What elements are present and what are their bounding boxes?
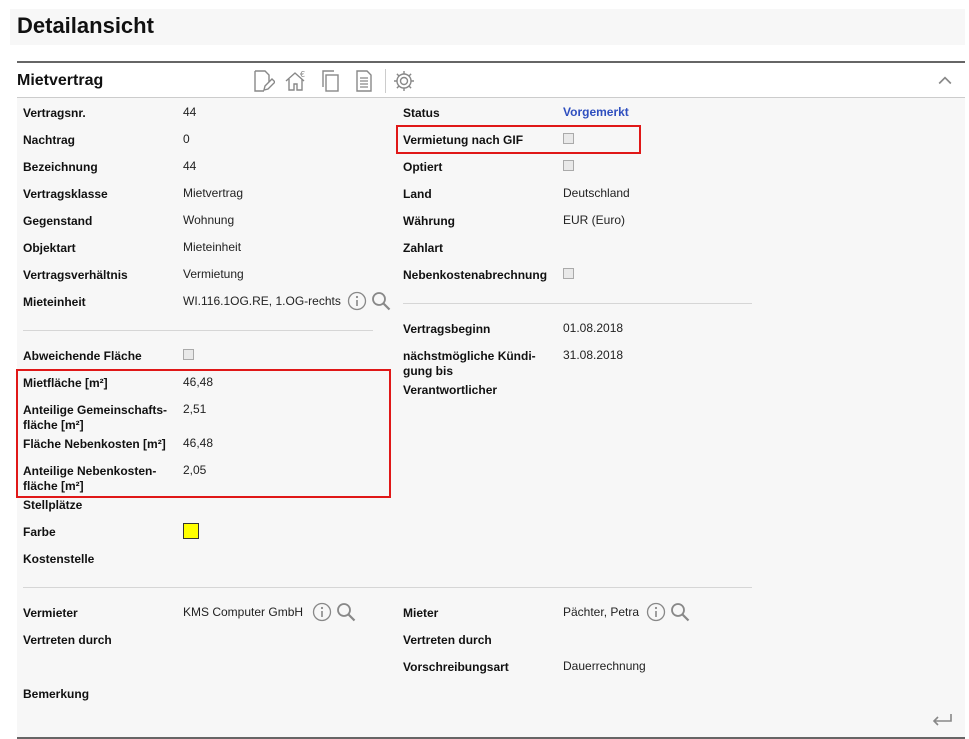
value-mietflaeche: 46,48 — [183, 375, 214, 389]
settings-button[interactable] — [391, 68, 417, 94]
right-divider — [403, 303, 752, 304]
value-status: Vorgemerkt — [563, 105, 629, 119]
value-nebenkostenflaeche: 2,05 — [183, 463, 207, 477]
value-gemeinschaftsflaeche: 2,51 — [183, 402, 207, 416]
value-vermieter: KMS Computer GmbH — [183, 605, 304, 619]
label-kuendigung-1: nächstmögliche Kündi- — [403, 349, 536, 363]
vermieter-search-button[interactable] — [336, 602, 356, 622]
label-mietflaeche: Mietfläche [m²] — [23, 376, 108, 390]
label-mieteinheit: Mieteinheit — [23, 295, 86, 309]
label-vertragsbeginn: Vertragsbeginn — [403, 322, 491, 336]
color-swatch[interactable] — [183, 523, 199, 539]
left-divider — [23, 330, 373, 331]
label-objektart: Objektart — [23, 241, 76, 255]
label-vertreten-rechts: Vertreten durch — [403, 633, 492, 647]
info-icon — [646, 602, 666, 622]
copy-icon — [322, 70, 339, 92]
back-button[interactable] — [929, 711, 955, 731]
abweichende-flaeche-checkbox[interactable] — [183, 349, 194, 360]
property-cost-button[interactable]: € — [283, 68, 309, 94]
collapse-button[interactable] — [933, 69, 957, 93]
value-waehrung: EUR (Euro) — [563, 213, 626, 227]
value-nachtrag: 0 — [183, 132, 190, 146]
label-verantwortlicher: Verantwortlicher — [403, 383, 498, 397]
value-vertragsbeginn: 01.08.2018 — [563, 321, 624, 335]
value-vorschreibungsart: Dauerrechnung — [563, 659, 646, 673]
label-gegenstand: Gegenstand — [23, 214, 93, 228]
label-flaeche-nebenkosten: Fläche Nebenkosten [m²] — [23, 437, 166, 451]
value-mieter: Pächter, Petra — [563, 605, 640, 619]
label-waehrung: Währung — [403, 214, 455, 228]
label-vertreten-links: Vertreten durch — [23, 633, 112, 647]
label-vertragsverhaeltnis: Vertragsverhältnis — [23, 268, 128, 282]
value-flaeche-nebenkosten: 46,48 — [183, 436, 214, 450]
label-stellplaetze: Stellplätze — [23, 498, 83, 512]
label-status: Status — [403, 106, 440, 120]
toolbar-separator — [385, 69, 386, 93]
vermietung-gif-checkbox[interactable] — [563, 133, 574, 144]
page-title: Detailansicht — [17, 13, 154, 38]
search-icon — [337, 603, 356, 622]
gear-icon — [394, 71, 414, 91]
label-gemeinschaftsflaeche-2: fläche [m²] — [23, 418, 84, 432]
info-icon — [312, 602, 332, 622]
value-mieteinheit: WI.116.1OG.RE, 1.OG-rechts — [183, 294, 341, 308]
value-bezeichnung: 44 — [183, 159, 197, 173]
panel-title: Mietvertrag — [17, 72, 104, 89]
house-euro-icon: € — [285, 70, 305, 91]
label-gemeinschaftsflaeche-1: Anteilige Gemeinschafts- — [23, 403, 168, 417]
search-icon — [671, 603, 690, 622]
return-arrow-icon — [932, 714, 952, 726]
value-gegenstand: Wohnung — [183, 213, 235, 227]
parties-divider — [23, 587, 752, 588]
label-kostenstelle: Kostenstelle — [23, 552, 95, 566]
edit-document-button[interactable] — [250, 68, 276, 94]
value-vertragsnr: 44 — [183, 105, 197, 119]
label-farbe: Farbe — [23, 525, 56, 539]
search-icon — [372, 292, 391, 311]
page-header: Detailansicht — [10, 9, 965, 45]
label-vertragsklasse: Vertragsklasse — [23, 187, 108, 201]
value-kuendigung: 31.08.2018 — [563, 348, 624, 362]
label-mieter: Mieter — [403, 606, 439, 620]
label-bemerkung: Bemerkung — [23, 687, 90, 701]
label-land: Land — [403, 187, 432, 201]
label-nachtrag: Nachtrag — [23, 133, 76, 147]
mieteinheit-search-button[interactable] — [371, 291, 391, 311]
mieter-info-button[interactable] — [646, 602, 666, 622]
label-vertragsnr: Vertragsnr. — [23, 106, 86, 120]
vermieter-info-button[interactable] — [312, 602, 332, 622]
svg-text:€: € — [300, 70, 305, 79]
value-land: Deutschland — [563, 186, 630, 200]
value-vertragsklasse: Mietvertrag — [183, 186, 244, 200]
label-bezeichnung: Bezeichnung — [23, 160, 98, 174]
label-abweichende-flaeche: Abweichende Fläche — [23, 349, 142, 363]
label-vermietung-gif: Vermietung nach GIF — [403, 133, 524, 147]
label-kuendigung-2: gung bis — [403, 364, 453, 378]
panel-header: Mietvertrag € — [17, 63, 965, 98]
mieteinheit-info-button[interactable] — [347, 291, 367, 311]
chevron-up-icon — [938, 76, 952, 85]
label-zahlart: Zahlart — [403, 241, 444, 255]
label-vermieter: Vermieter — [23, 606, 78, 620]
label-optiert: Optiert — [403, 160, 443, 174]
nebenkostenabrechnung-checkbox[interactable] — [563, 268, 574, 279]
value-objektart: Mieteinheit — [183, 240, 242, 254]
document-lines-icon — [356, 70, 372, 92]
optiert-checkbox[interactable] — [563, 160, 574, 171]
info-icon — [347, 291, 367, 311]
document-button[interactable] — [351, 68, 377, 94]
label-nebenkostenflaeche-1: Anteilige Nebenkosten- — [23, 464, 157, 478]
label-nebenkostenflaeche-2: fläche [m²] — [23, 479, 84, 493]
label-vorschreibungsart: Vorschreibungsart — [403, 660, 509, 674]
mieter-search-button[interactable] — [670, 602, 690, 622]
edit-document-icon — [254, 70, 275, 92]
copy-button[interactable] — [318, 68, 344, 94]
value-vertragsverhaeltnis: Vermietung — [183, 267, 244, 281]
label-nebenkostenabrechnung: Nebenkostenabrechnung — [403, 268, 548, 282]
